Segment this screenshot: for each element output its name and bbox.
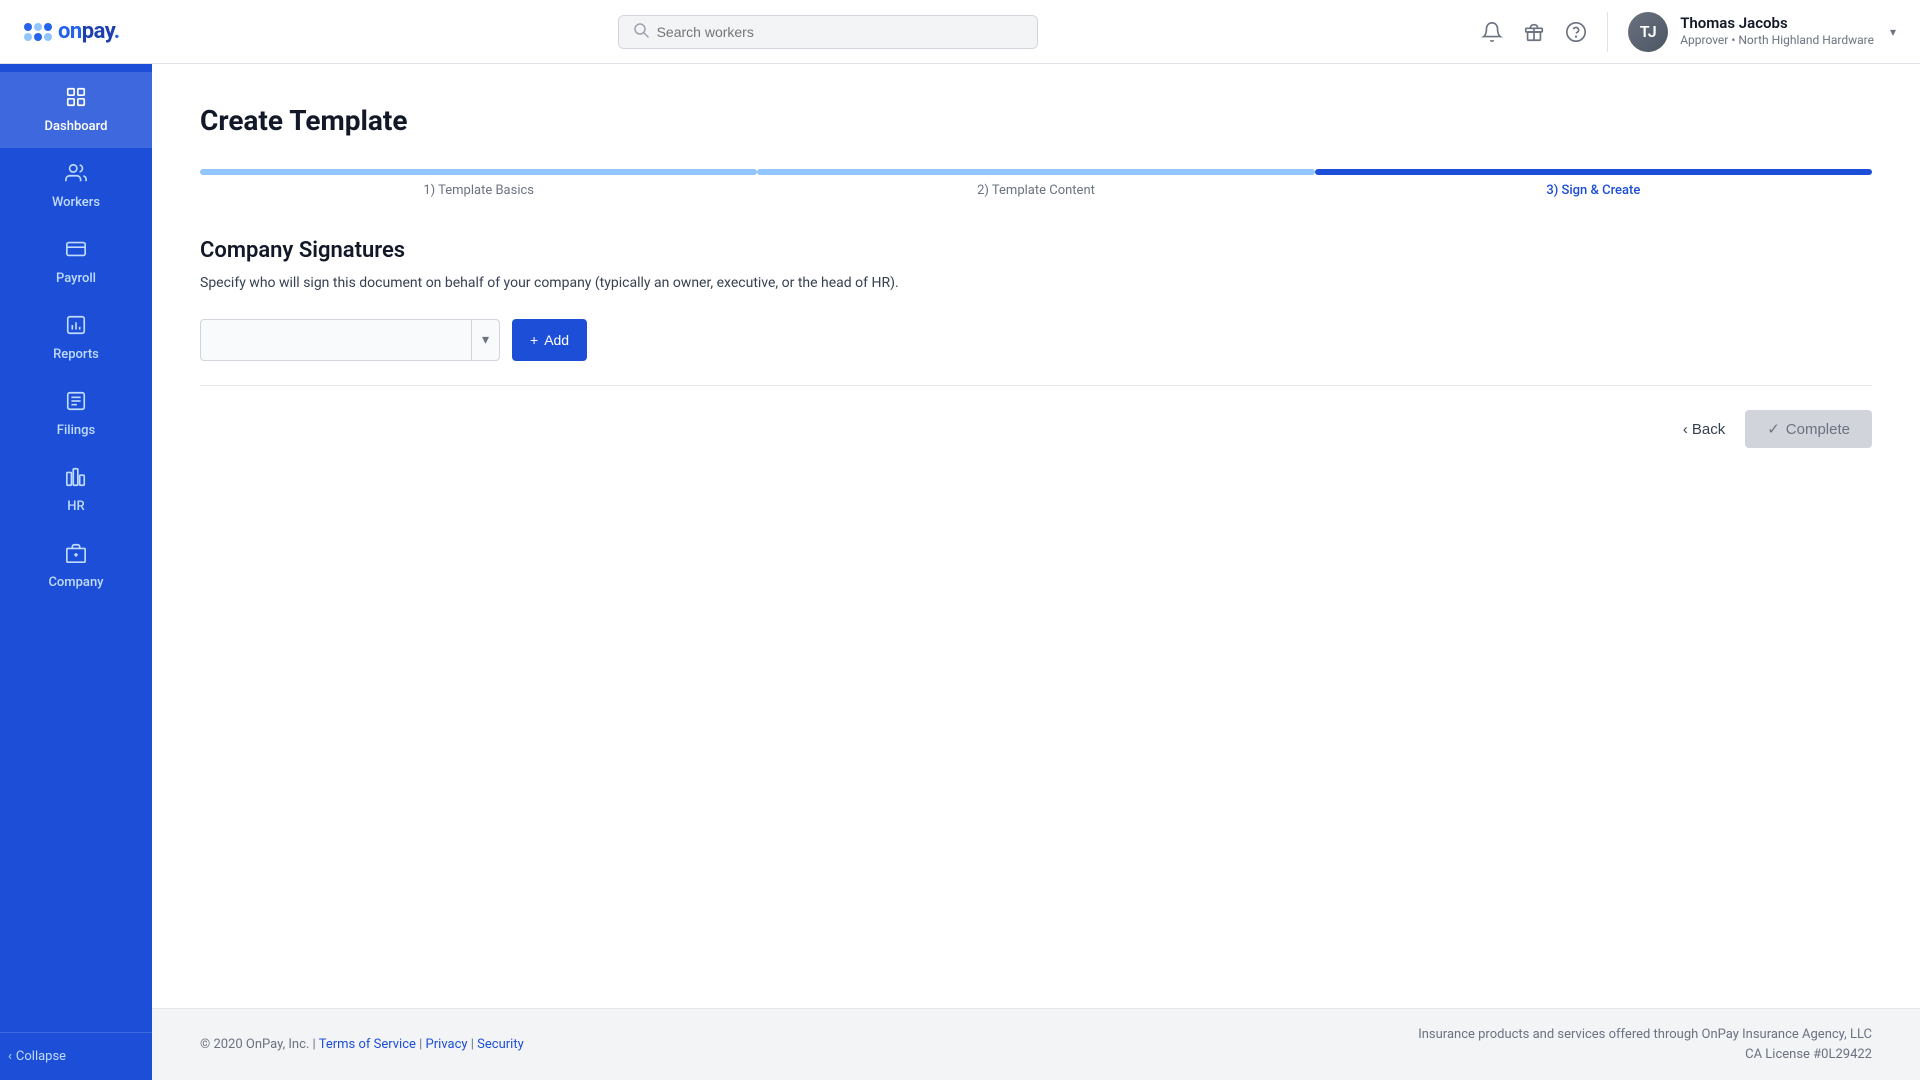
step-3: 3) Sign & Create xyxy=(1315,169,1872,198)
logo-dots xyxy=(24,23,52,41)
back-button[interactable]: ‹ Back xyxy=(1683,421,1725,438)
header-actions: TJ Thomas Jacobs Approver • North Highla… xyxy=(1481,12,1896,52)
help-button[interactable] xyxy=(1565,21,1587,43)
step-1-bar xyxy=(200,169,757,175)
footer-copyright: © 2020 OnPay, Inc. | xyxy=(200,1037,316,1052)
page-title: Create Template xyxy=(200,104,1872,137)
footer-terms-link[interactable]: Terms of Service xyxy=(319,1037,416,1052)
step-3-label: 3) Sign & Create xyxy=(1546,183,1640,198)
logo-dot xyxy=(34,23,42,31)
sidebar-item-dashboard[interactable]: Dashboard xyxy=(0,72,152,148)
signature-select-wrapper: ▾ xyxy=(200,319,500,361)
step-2-label: 2) Template Content xyxy=(977,183,1095,198)
app-header: onpay. xyxy=(0,0,1920,64)
sidebar-item-hr[interactable]: HR xyxy=(0,452,152,528)
notifications-button[interactable] xyxy=(1481,21,1503,43)
back-button-label: Back xyxy=(1692,421,1725,438)
page-body: Create Template 1) Template Basics 2) Te… xyxy=(152,64,1920,1008)
payroll-icon xyxy=(65,238,87,265)
user-details: Thomas Jacobs Approver • North Highland … xyxy=(1680,14,1874,49)
chevron-left-icon: ‹ xyxy=(8,1049,12,1064)
sidebar-item-payroll[interactable]: Payroll xyxy=(0,224,152,300)
sidebar-item-label: Dashboard xyxy=(45,119,108,134)
sidebar-item-reports[interactable]: Reports xyxy=(0,300,152,376)
user-name: Thomas Jacobs xyxy=(1680,14,1874,34)
search-box xyxy=(618,15,1038,49)
footer-right: Insurance products and services offered … xyxy=(1418,1025,1872,1064)
logo-dot xyxy=(44,23,52,31)
search-icon xyxy=(633,22,649,42)
logo-text: onpay. xyxy=(58,19,120,44)
workers-icon xyxy=(65,162,87,189)
avatar-image: TJ xyxy=(1628,12,1668,52)
stepper: 1) Template Basics 2) Template Content 3… xyxy=(200,169,1872,198)
sidebar-item-label: HR xyxy=(67,499,84,514)
user-role: Approver • North Highland Hardware xyxy=(1680,33,1874,49)
section-title: Company Signatures xyxy=(200,238,1872,263)
sidebar-item-label: Workers xyxy=(52,195,100,210)
dropdown-chevron-icon[interactable]: ▾ xyxy=(471,320,499,360)
back-icon: ‹ xyxy=(1683,421,1688,438)
dashboard-icon xyxy=(65,86,87,113)
header-divider xyxy=(1607,12,1608,52)
gifts-button[interactable] xyxy=(1523,21,1545,43)
signature-row: ▾ + Add xyxy=(200,319,1872,361)
add-button-label: Add xyxy=(544,332,569,348)
section-divider xyxy=(200,385,1872,386)
collapse-label: Collapse xyxy=(16,1049,66,1064)
sidebar-item-label: Filings xyxy=(57,423,95,438)
plus-icon: + xyxy=(530,332,538,348)
logo: onpay. xyxy=(24,19,174,44)
filings-icon xyxy=(65,390,87,417)
footer-security-link[interactable]: Security xyxy=(477,1037,524,1052)
footer-left: © 2020 OnPay, Inc. | Terms of Service | … xyxy=(200,1037,524,1052)
header-search-area xyxy=(174,15,1481,49)
sidebar-item-label: Company xyxy=(48,575,103,590)
logo-dot xyxy=(34,33,42,41)
footer: © 2020 OnPay, Inc. | Terms of Service | … xyxy=(152,1008,1920,1080)
sidebar-collapse-button[interactable]: ‹ Collapse xyxy=(0,1032,152,1080)
sidebar: Dashboard Workers Payroll xyxy=(0,64,152,1080)
company-icon xyxy=(65,542,87,569)
sidebar-item-label: Payroll xyxy=(56,271,96,286)
avatar: TJ xyxy=(1628,12,1668,52)
checkmark-icon: ✓ xyxy=(1767,420,1780,438)
signature-select-input[interactable] xyxy=(201,320,471,360)
step-3-bar xyxy=(1315,169,1872,175)
app-body: Dashboard Workers Payroll xyxy=(0,64,1920,1080)
main-content: Create Template 1) Template Basics 2) Te… xyxy=(152,64,1920,1080)
complete-button[interactable]: ✓ Complete xyxy=(1745,410,1872,448)
reports-icon xyxy=(65,314,87,341)
complete-button-label: Complete xyxy=(1786,421,1850,438)
sidebar-item-label: Reports xyxy=(53,347,99,362)
step-1: 1) Template Basics xyxy=(200,169,757,198)
sidebar-item-workers[interactable]: Workers xyxy=(0,148,152,224)
section-description: Specify who will sign this document on b… xyxy=(200,275,1872,291)
hr-icon xyxy=(65,466,87,493)
action-row: ‹ Back ✓ Complete xyxy=(200,410,1872,448)
logo-dot xyxy=(44,33,52,41)
logo-dot xyxy=(24,23,32,31)
logo-dot xyxy=(24,33,32,41)
user-profile[interactable]: TJ Thomas Jacobs Approver • North Highla… xyxy=(1628,12,1896,52)
step-2: 2) Template Content xyxy=(757,169,1314,198)
search-input[interactable] xyxy=(657,24,1023,40)
sidebar-item-filings[interactable]: Filings xyxy=(0,376,152,452)
step-1-label: 1) Template Basics xyxy=(423,183,534,198)
footer-privacy-link[interactable]: Privacy xyxy=(426,1037,468,1052)
footer-insurance-line2: CA License #0L29422 xyxy=(1418,1045,1872,1065)
step-2-bar xyxy=(757,169,1314,175)
sidebar-item-company[interactable]: Company xyxy=(0,528,152,604)
chevron-down-icon: ▾ xyxy=(1890,25,1896,39)
add-button[interactable]: + Add xyxy=(512,319,587,361)
footer-insurance-line1: Insurance products and services offered … xyxy=(1418,1025,1872,1045)
